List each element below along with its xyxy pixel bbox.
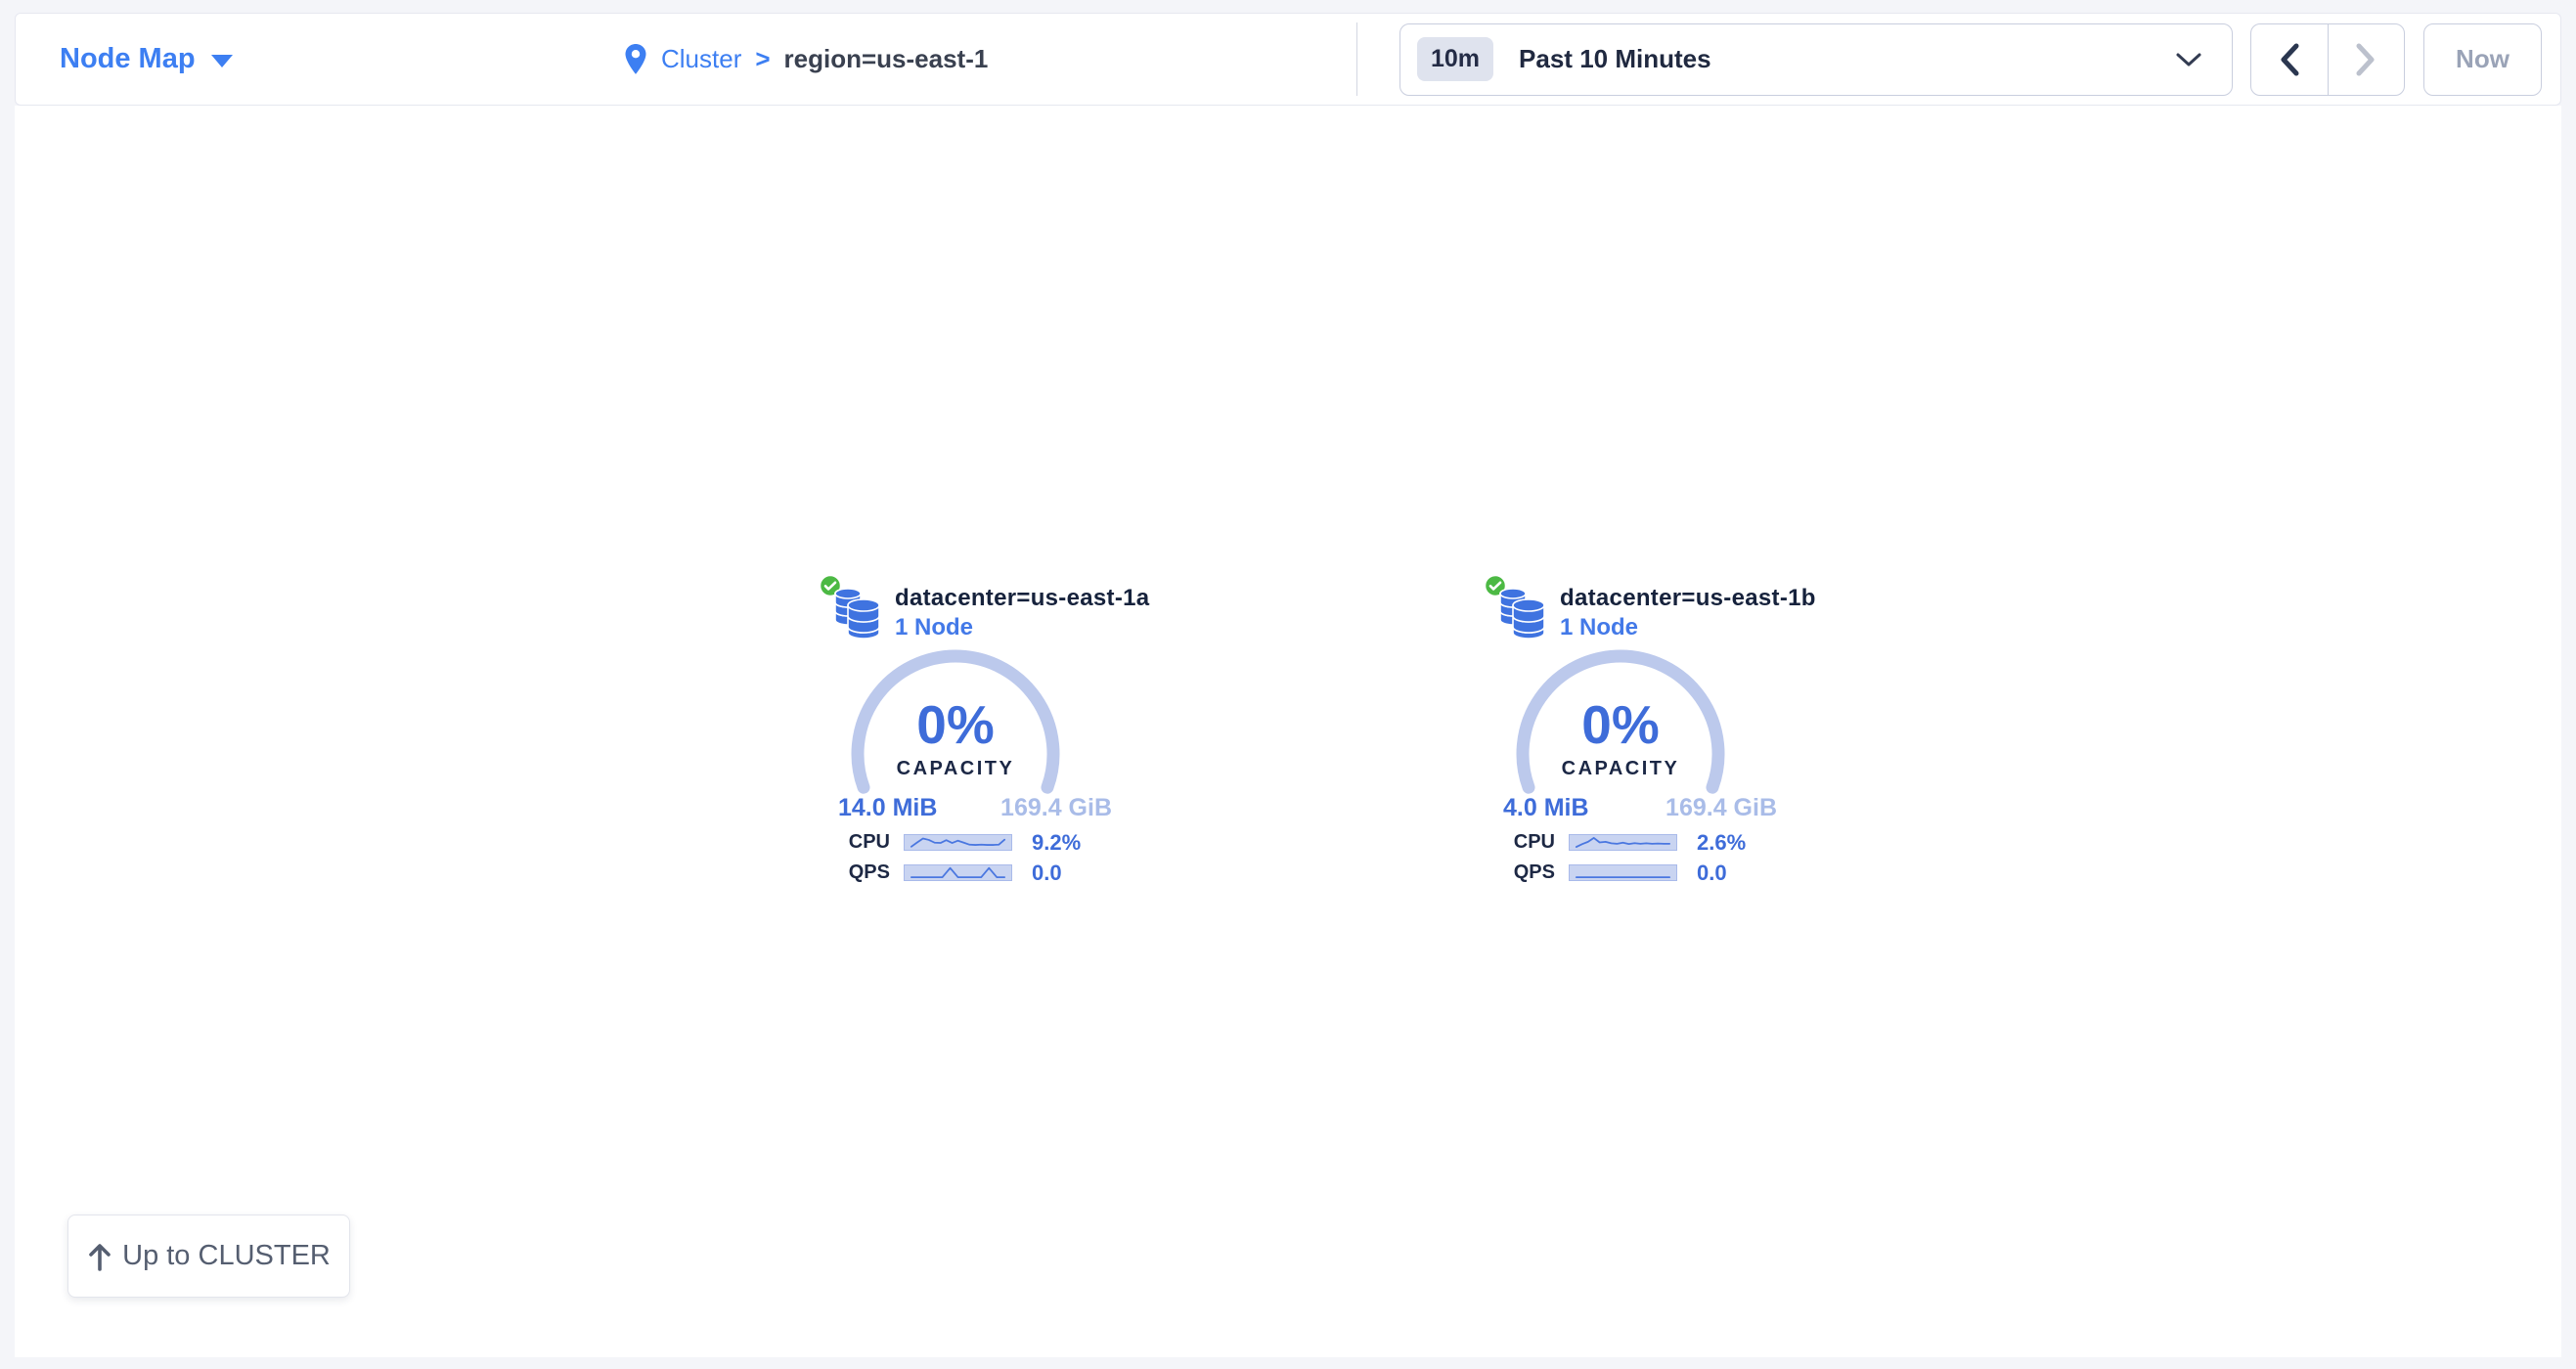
metric-rows: CPU 2.6% QPS 0.0 (1501, 827, 1814, 888)
top-bar: Node Map Cluster > region=us-east-1 10m … (15, 13, 2561, 106)
node-map-canvas: datacenter=us-east-1a 1 Node 0% CAPACITY… (15, 106, 2561, 1357)
qps-label: QPS (836, 861, 890, 884)
up-to-cluster-button[interactable]: Up to CLUSTER (67, 1214, 350, 1298)
metric-rows: CPU 9.2% QPS 0.0 (836, 827, 1149, 888)
cpu-sparkline (1569, 834, 1677, 851)
cpu-metric-row: CPU 9.2% (836, 827, 1149, 858)
qps-metric-row: QPS 0.0 (1501, 858, 1814, 888)
view-selector-dropdown[interactable]: Node Map (60, 14, 233, 105)
qps-value: 0.0 (1032, 861, 1062, 886)
cpu-label: CPU (836, 831, 890, 854)
up-to-cluster-label: Up to CLUSTER (122, 1240, 331, 1272)
time-range-label: Past 10 Minutes (1519, 44, 1711, 74)
time-range-badge: 10m (1417, 37, 1493, 81)
cpu-metric-row: CPU 2.6% (1501, 827, 1814, 858)
time-range-dropdown[interactable]: 10m Past 10 Minutes (1399, 23, 2233, 96)
breadcrumb-current: region=us-east-1 (784, 44, 989, 74)
breadcrumb: Cluster > region=us-east-1 (624, 14, 988, 105)
node-map-screen: Node Map Cluster > region=us-east-1 10m … (0, 0, 2576, 1369)
cpu-value: 2.6% (1697, 830, 1746, 856)
time-history-buttons (2250, 23, 2405, 96)
locality-card-us-east-1b[interactable]: datacenter=us-east-1b 1 Node 0% CAPACITY… (1444, 572, 1855, 900)
cpu-sparkline (904, 834, 1012, 851)
breadcrumb-separator: > (755, 44, 770, 74)
datacenter-icon (834, 588, 881, 640)
qps-label: QPS (1501, 861, 1555, 884)
capacity-caption: CAPACITY (1444, 758, 1797, 780)
capacity-total: 169.4 GiB (1666, 794, 1777, 822)
chevron-left-icon (2278, 42, 2301, 77)
view-selector-label: Node Map (60, 43, 196, 75)
now-button[interactable]: Now (2423, 23, 2542, 96)
caret-down-icon (211, 55, 233, 67)
qps-metric-row: QPS 0.0 (836, 858, 1149, 888)
capacity-values: 14.0 MiB 169.4 GiB (838, 794, 1112, 822)
time-back-button[interactable] (2251, 24, 2329, 95)
datacenter-icon (1499, 588, 1546, 640)
qps-value: 0.0 (1697, 861, 1727, 886)
chevron-down-icon (2175, 51, 2202, 68)
locality-card-header: datacenter=us-east-1b 1 Node (1560, 584, 1816, 641)
capacity-percent: 0% (779, 693, 1132, 756)
breadcrumb-cluster-link[interactable]: Cluster (661, 44, 741, 74)
chevron-right-icon (2354, 42, 2377, 77)
capacity-caption: CAPACITY (779, 758, 1132, 780)
locality-card-us-east-1a[interactable]: datacenter=us-east-1a 1 Node 0% CAPACITY… (779, 572, 1190, 900)
capacity-values: 4.0 MiB 169.4 GiB (1503, 794, 1777, 822)
cpu-value: 9.2% (1032, 830, 1081, 856)
qps-sparkline (904, 864, 1012, 881)
arrow-up-icon (87, 1242, 112, 1271)
capacity-percent: 0% (1444, 693, 1797, 756)
location-pin-icon (624, 43, 647, 76)
capacity-used: 14.0 MiB (838, 794, 937, 822)
qps-sparkline (1569, 864, 1677, 881)
locality-title: datacenter=us-east-1a (895, 584, 1149, 613)
time-forward-button[interactable] (2329, 24, 2405, 95)
capacity-total: 169.4 GiB (1000, 794, 1112, 822)
locality-card-header: datacenter=us-east-1a 1 Node (895, 584, 1149, 641)
locality-title: datacenter=us-east-1b (1560, 584, 1816, 613)
locality-node-count: 1 Node (895, 613, 1149, 641)
locality-node-count: 1 Node (1560, 613, 1816, 641)
capacity-used: 4.0 MiB (1503, 794, 1589, 822)
topbar-divider (1356, 22, 1357, 96)
cpu-label: CPU (1501, 831, 1555, 854)
